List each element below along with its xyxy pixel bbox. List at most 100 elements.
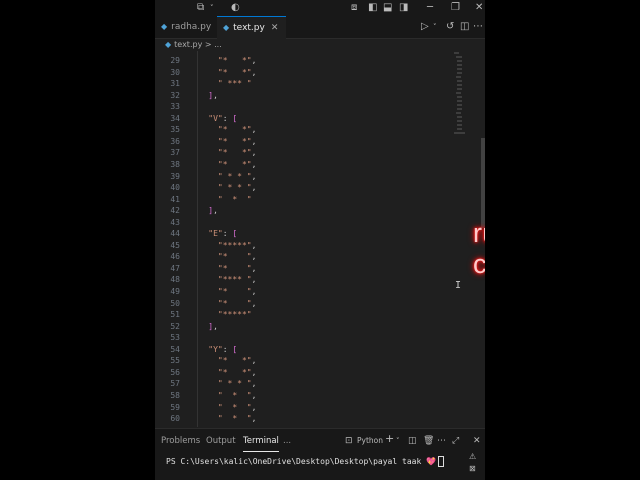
line-number: 34 — [170, 113, 180, 123]
breadcrumb: ◆ text.py > ... — [155, 39, 485, 51]
chevron-down-icon[interactable]: ˅ — [210, 2, 214, 14]
code-line: 55 "* *", — [155, 355, 455, 367]
code-line: 60 " * ", — [155, 413, 455, 425]
terminal-list-icon[interactable]: ⊠ — [469, 464, 476, 473]
tab-label: text.py — [233, 23, 265, 33]
code-text: "* *", — [217, 159, 257, 169]
split-terminal-icon[interactable]: ◫ — [408, 434, 417, 448]
code-text: "* *", — [217, 148, 257, 158]
tab-text-py[interactable]: ◆ text.py ✕ — [217, 16, 287, 39]
line-number: 55 — [170, 356, 180, 366]
line-number: 60 — [170, 414, 180, 424]
line-number: 47 — [170, 263, 180, 273]
line-number: 41 — [170, 194, 180, 204]
code-line: 33 — [155, 101, 455, 113]
terminal-view[interactable]: PS C:\Users\kalic\OneDrive\Desktop\Deskt… — [155, 452, 485, 480]
tab-output[interactable]: Output — [206, 429, 236, 453]
vertical-scrollbar[interactable] — [481, 138, 485, 228]
new-terminal-button[interactable]: + — [385, 432, 394, 446]
code-line: 49 "* ", — [155, 286, 455, 298]
code-line: 41 " * " — [155, 194, 455, 206]
python-file-icon: ◆ — [161, 22, 168, 31]
tab-radha-py[interactable]: ◆ radha.py — [155, 16, 219, 38]
code-line: 43 — [155, 217, 455, 229]
code-text: "*****" — [217, 310, 252, 320]
tab-problems[interactable]: Problems — [161, 429, 200, 453]
history-icon[interactable]: ↺ — [446, 20, 454, 34]
code-text: " * * ", — [217, 183, 257, 193]
text-cursor-icon: I — [455, 280, 462, 291]
line-number: 33 — [170, 102, 180, 112]
code-text: " * ", — [217, 390, 257, 400]
line-number: 37 — [170, 148, 180, 158]
line-number: 40 — [170, 183, 180, 193]
line-number: 58 — [170, 390, 180, 400]
code-line: 61 " * " — [155, 425, 455, 427]
tab-terminal[interactable]: Terminal — [243, 429, 279, 452]
minimap[interactable] — [453, 51, 475, 137]
terminal-shell-label[interactable]: Python — [357, 434, 383, 448]
breadcrumb-file[interactable]: text.py — [174, 40, 202, 49]
panel-more[interactable]: ... — [283, 429, 291, 453]
close-icon[interactable]: ✕ — [475, 2, 483, 14]
code-line: 40 " * * ", — [155, 182, 455, 194]
restore-icon[interactable]: ❐ — [451, 2, 460, 14]
code-text: "*****", — [217, 240, 257, 250]
run-icon[interactable]: ▷ — [421, 20, 429, 34]
heart-emoji: 💖 — [426, 457, 437, 466]
overlay-caption: run code — [473, 218, 485, 279]
line-number: 54 — [170, 344, 180, 354]
code-line: 39 " * * ", — [155, 171, 455, 183]
code-text: "* ", — [217, 287, 257, 296]
tab-label: radha.py — [171, 22, 212, 32]
warning-icon[interactable]: ⚠ — [469, 452, 476, 461]
line-number: 59 — [170, 402, 180, 412]
code-line: 38 "* *", — [155, 159, 455, 171]
record-icon[interactable]: ◐ — [231, 2, 240, 14]
terminal-line: PS C:\Users\kalic\OneDrive\Desktop\Deskt… — [166, 456, 445, 467]
code-line: 44 "E": [ — [155, 228, 455, 240]
terminal-prompt: PS C:\Users\kalic\OneDrive\Desktop\Deskt… — [166, 457, 422, 466]
code-text: "* *", — [217, 125, 257, 135]
code-text: "* *", — [217, 67, 257, 77]
run-dropdown-icon[interactable]: ˅ — [433, 20, 437, 34]
breadcrumb-more[interactable]: ... — [214, 40, 222, 49]
code-editor[interactable]: 29 "* *", 30 "* *", 31 " *** " 32 ], 33 34 "V… — [155, 51, 485, 427]
code-text: "E": [ — [208, 229, 238, 239]
code-line: 34 "V": [ — [155, 113, 455, 125]
code-text: "**** ", — [217, 275, 257, 285]
code-line: 30 "* *", — [155, 67, 455, 79]
code-text: " *** " — [217, 79, 252, 89]
code-text: " * " — [217, 194, 252, 204]
code-line: 57 " * * ", — [155, 378, 455, 390]
new-terminal-dropdown[interactable]: ˅ — [396, 434, 400, 448]
terminal-shell-icon: ⊡ — [345, 436, 353, 446]
copilot-icon[interactable]: ⧉ — [197, 2, 204, 14]
code-text: " * * ", — [217, 379, 257, 389]
layout-icon[interactable]: ⧈ — [351, 2, 357, 14]
code-text: "* ", — [217, 252, 257, 262]
sidebar-left-icon[interactable]: ◧ — [368, 2, 377, 14]
code-text: " * ", — [217, 402, 257, 412]
maximize-panel-icon[interactable]: ⤢ — [452, 434, 459, 448]
line-number: 39 — [170, 171, 180, 181]
close-panel-icon[interactable]: ✕ — [473, 434, 481, 448]
line-number: 36 — [170, 136, 180, 146]
line-number: 61 — [155, 425, 180, 427]
close-tab-icon[interactable]: ✕ — [271, 23, 279, 33]
code-line: 47 "* ", — [155, 263, 455, 275]
code-line: 59 " * ", — [155, 402, 455, 414]
terminal-side-icons: ⚠ ⊠ — [469, 452, 481, 480]
panel-icon[interactable]: ⬓ — [383, 2, 392, 14]
more-actions-icon[interactable]: ⋯ — [473, 20, 483, 34]
kill-terminal-icon[interactable]: 🗑 — [423, 434, 434, 448]
code-text: ], — [208, 206, 218, 216]
minimize-icon[interactable]: ─ — [427, 2, 433, 14]
line-number: 50 — [170, 298, 180, 308]
sidebar-right-icon[interactable]: ◨ — [399, 2, 408, 14]
code-text: "Y": [ — [208, 344, 238, 354]
panel-tabs: Problems Output Terminal ... ⊡ Python + … — [155, 428, 485, 453]
split-editor-icon[interactable]: ◫ — [460, 20, 469, 34]
line-number: 32 — [170, 90, 180, 100]
panel-more-icon[interactable]: ⋯ — [437, 434, 446, 448]
